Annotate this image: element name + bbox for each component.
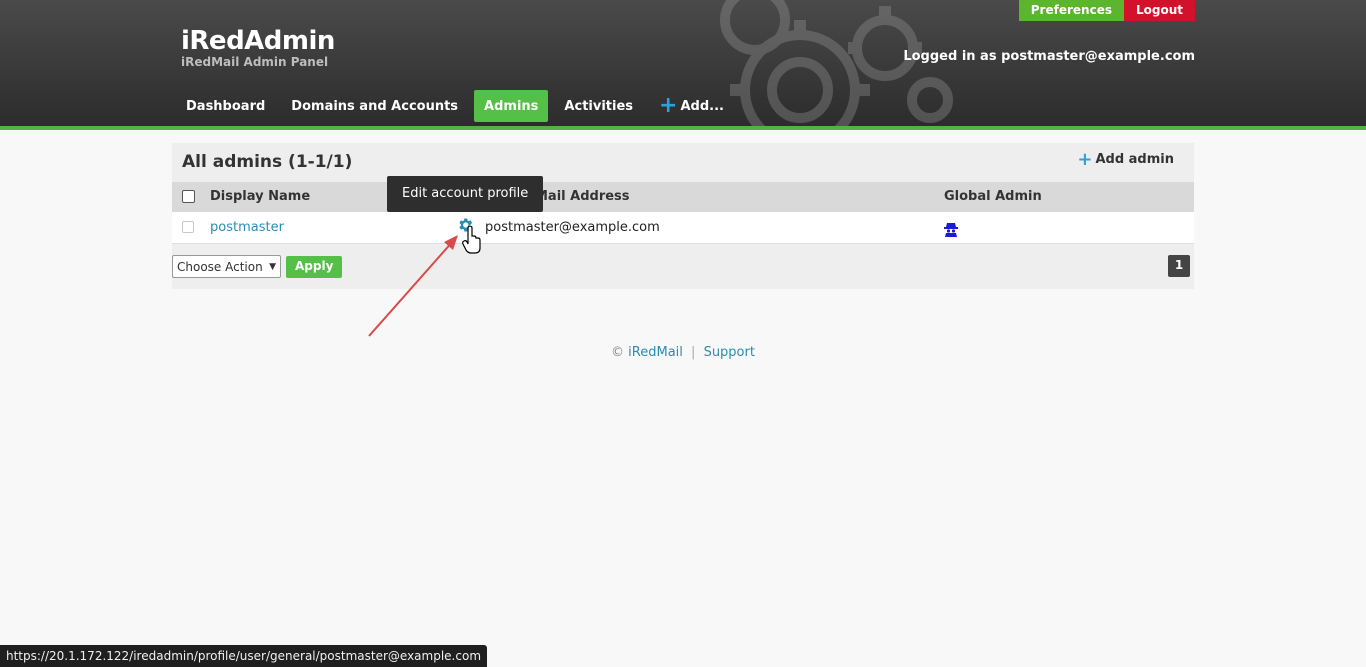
- admins-panel: All admins (1-1/1) + Add admin Display N…: [172, 143, 1194, 289]
- header: iRedAdmin iRedMail Admin Panel Preferenc…: [0, 0, 1366, 126]
- table-row: postmaster postmaster@example.com: [172, 212, 1194, 244]
- nav-dashboard[interactable]: Dashboard: [176, 90, 275, 122]
- choose-action-value: Choose Action: [177, 259, 263, 274]
- panel-title: All admins (1-1/1): [182, 152, 353, 172]
- header-stripe: [0, 126, 1366, 130]
- copyright-symbol: ©: [611, 345, 625, 360]
- spy-agent-icon: [944, 223, 958, 237]
- add-admin-button[interactable]: + Add admin: [1077, 148, 1174, 170]
- footer-separator: |: [691, 345, 696, 360]
- logout-button[interactable]: Logout: [1123, 0, 1195, 21]
- chevron-down-icon: ▼: [269, 261, 276, 272]
- tooltip: Edit account profile: [387, 176, 544, 212]
- top-links: Preferences Logout: [1018, 0, 1195, 21]
- page-number-button[interactable]: 1: [1168, 255, 1190, 277]
- column-global-admin[interactable]: Global Admin: [944, 189, 1042, 204]
- annotation-arrow-icon: [368, 235, 458, 337]
- choose-action-select[interactable]: Choose Action ▼: [172, 255, 281, 278]
- app-title: iRedAdmin: [181, 26, 335, 56]
- app-subtitle: iRedMail Admin Panel: [181, 55, 329, 69]
- select-all-checkbox[interactable]: [182, 190, 195, 203]
- plus-icon: +: [659, 93, 678, 118]
- admin-email: postmaster@example.com: [485, 220, 660, 235]
- status-bar-url: https://20.1.172.122/iredadmin/profile/u…: [0, 645, 488, 667]
- main-nav: Dashboard Domains and Accounts Admins Ac…: [176, 90, 740, 122]
- nav-add-label: Add...: [680, 98, 724, 114]
- nav-activities[interactable]: Activities: [554, 90, 643, 122]
- actions-bar: Choose Action ▼ Apply: [172, 255, 343, 278]
- apply-button[interactable]: Apply: [286, 255, 343, 278]
- nav-domains-and-accounts[interactable]: Domains and Accounts: [281, 90, 468, 122]
- logged-in-text: Logged in as postmaster@example.com: [903, 49, 1195, 64]
- preferences-button[interactable]: Preferences: [1018, 0, 1124, 21]
- column-display-name[interactable]: Display Name: [210, 189, 310, 204]
- plus-icon: +: [1077, 148, 1093, 170]
- support-link[interactable]: Support: [704, 345, 755, 360]
- nav-admins[interactable]: Admins: [474, 90, 549, 122]
- add-admin-label: Add admin: [1095, 152, 1174, 167]
- iredmail-link[interactable]: iRedMail: [628, 345, 683, 360]
- row-checkbox[interactable]: [182, 221, 194, 233]
- admin-display-name-link[interactable]: postmaster: [210, 220, 284, 235]
- hand-cursor-icon: [462, 226, 481, 254]
- table-header: Display Name Mail Address Global Admin: [172, 182, 1194, 212]
- column-mail-address[interactable]: Mail Address: [535, 189, 630, 204]
- footer: © iRedMail | Support: [0, 345, 1366, 360]
- nav-add[interactable]: + Add...: [649, 90, 734, 122]
